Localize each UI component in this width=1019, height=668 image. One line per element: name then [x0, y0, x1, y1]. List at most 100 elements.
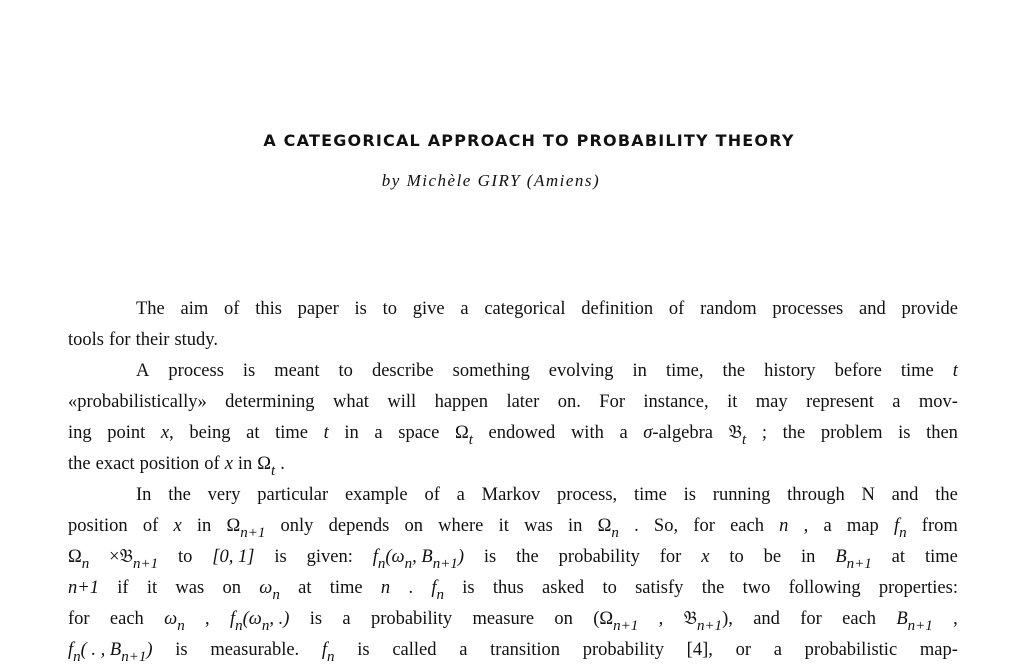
word: x: [173, 513, 181, 544]
text: N: [861, 485, 875, 505]
word: [4],: [687, 637, 713, 668]
text: ,: [205, 609, 210, 629]
text: random: [700, 299, 757, 319]
word: a: [374, 420, 382, 451]
subscript: t: [742, 432, 747, 448]
word: (Ωn+1: [593, 606, 638, 637]
text: a: [342, 609, 351, 629]
text: history: [764, 361, 816, 381]
text: with: [570, 423, 604, 443]
text-line: tools for their study.: [68, 327, 958, 358]
word: 𝔅n+1),: [684, 606, 733, 637]
word: σ-algebra: [643, 420, 713, 451]
word: through: [787, 482, 845, 513]
text: a: [456, 485, 465, 505]
text: thus: [492, 578, 524, 598]
math-symbol: ( . , B: [80, 640, 122, 660]
word: a: [774, 637, 782, 668]
word: satisfy: [635, 575, 683, 606]
text: following: [788, 578, 861, 598]
word: position: [68, 513, 128, 544]
text: may: [755, 392, 788, 412]
text: 𝔅: [728, 423, 743, 443]
subscript: n: [899, 525, 907, 541]
math-symbol: B: [835, 547, 847, 567]
subscript: n: [611, 525, 619, 541]
text: ,: [953, 609, 958, 629]
text: of: [668, 299, 685, 319]
word: is: [462, 575, 474, 606]
word: «probabilistically»: [68, 389, 207, 420]
word: meant: [274, 358, 319, 389]
word: Bn+1: [835, 544, 871, 575]
text: being: [189, 423, 231, 443]
text: space: [398, 423, 440, 443]
word: transition: [490, 637, 560, 668]
word: ωn: [164, 606, 185, 637]
text: .: [634, 516, 639, 536]
text: the: [168, 485, 191, 505]
text-line: the exact position of x in Ωt.: [68, 451, 958, 482]
word: properties:: [879, 575, 958, 606]
word: position: [140, 451, 200, 482]
text: on.: [557, 392, 581, 412]
word: random: [700, 296, 757, 327]
word: fn: [322, 637, 335, 668]
text: for: [693, 516, 715, 536]
word: thus: [493, 575, 524, 606]
text: [4],: [686, 640, 713, 660]
subscript: n+1: [907, 618, 933, 634]
word: to: [339, 358, 353, 389]
text: at: [891, 547, 906, 567]
text: a: [892, 392, 901, 412]
text: the: [935, 485, 958, 505]
word: in: [568, 513, 582, 544]
word: in: [344, 420, 358, 451]
text: map: [846, 516, 879, 536]
text: asked: [542, 578, 585, 598]
word: evolving: [549, 358, 614, 389]
word: fn: [431, 575, 444, 606]
subscript: n: [73, 649, 81, 665]
word: a: [459, 637, 467, 668]
text: ,: [803, 516, 809, 536]
text: determining: [225, 392, 315, 412]
text: in: [344, 423, 359, 443]
word: is: [175, 637, 187, 668]
word: .: [634, 513, 639, 544]
word: definition: [581, 296, 653, 327]
subscript: n: [327, 649, 335, 665]
word: a: [619, 420, 627, 451]
math-symbol: t: [323, 423, 329, 443]
text: time: [329, 578, 363, 598]
word: x: [225, 451, 233, 482]
text: to: [602, 578, 617, 598]
text: exact: [95, 454, 135, 474]
word: fn(ωn, .): [230, 606, 289, 637]
word: was: [524, 513, 553, 544]
word: .: [408, 575, 413, 606]
word: on.: [558, 389, 581, 420]
text: later: [506, 392, 540, 412]
paper-body: The aim of this paper is to give a categorical def…: [68, 296, 958, 668]
text: the: [516, 547, 539, 567]
text: will: [387, 392, 417, 412]
word: is: [484, 544, 496, 575]
word: fn(ωn, Bn+1): [373, 544, 464, 575]
text: A: [136, 361, 150, 381]
text: time: [275, 423, 308, 443]
word: A: [136, 358, 149, 389]
text: to: [382, 299, 397, 319]
word: the: [723, 358, 746, 389]
word: very: [208, 482, 241, 513]
word: from: [922, 513, 958, 544]
text: In: [136, 485, 152, 505]
text: .: [280, 454, 285, 474]
subscript: n+1: [240, 525, 266, 541]
text: provide: [901, 299, 958, 319]
word: each: [730, 513, 764, 544]
text: properties:: [878, 578, 958, 598]
word: in: [801, 544, 815, 575]
text: is: [462, 578, 475, 598]
word: t: [953, 358, 958, 389]
